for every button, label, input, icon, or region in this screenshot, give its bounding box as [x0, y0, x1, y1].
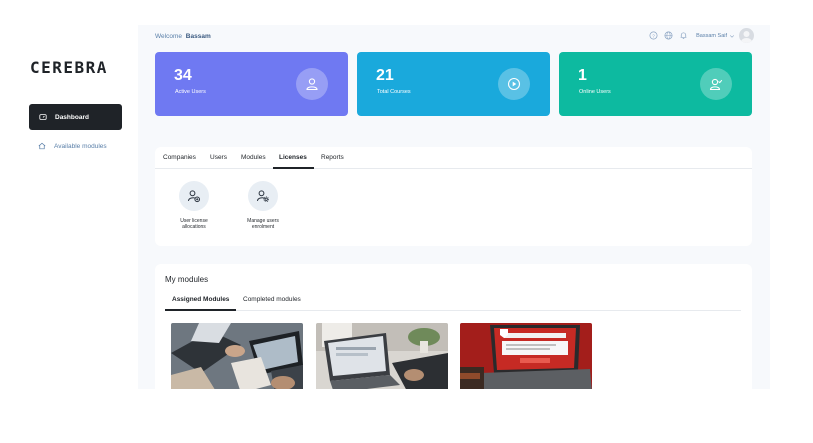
- action-label-line: allocations: [182, 224, 206, 230]
- svg-text:?: ?: [652, 33, 655, 38]
- welcome-text: Welcome Bassam: [155, 33, 211, 40]
- stat-icon-circle: [498, 68, 530, 100]
- ransomware-laptop-photo: [460, 323, 592, 389]
- stat-value: 1: [578, 67, 587, 84]
- chevron-down-icon[interactable]: [729, 33, 735, 39]
- stat-card-active-users[interactable]: 34 Active Users: [155, 52, 348, 116]
- dashboard-gauge-icon: [39, 114, 47, 120]
- active-tab-indicator: [165, 309, 236, 311]
- user-license-allocations-button[interactable]: User license allocations: [164, 181, 224, 230]
- tab-companies[interactable]: Companies: [163, 154, 196, 161]
- action-label: User license allocations: [164, 218, 224, 230]
- sidebar-item-label: Dashboard: [55, 113, 89, 121]
- user-name[interactable]: Bassam Saif: [696, 33, 727, 39]
- tab-completed-modules[interactable]: Completed modules: [243, 296, 301, 303]
- action-label-line: enrolment: [251, 224, 275, 230]
- play-icon: [507, 77, 521, 91]
- action-icon-circle: [179, 181, 209, 211]
- sidebar-item-available-modules[interactable]: Available modules: [29, 136, 122, 156]
- user-check-icon: [709, 78, 723, 91]
- action-label: Manage users enrolment: [233, 218, 293, 230]
- stat-label: Total Courses: [377, 89, 411, 95]
- stat-icon-circle: [700, 68, 732, 100]
- page: CEREBRA Dashboard Available modules Welc…: [0, 0, 813, 443]
- main-content: Welcome Bassam ? Bassam Saif 34 Active U…: [138, 25, 770, 389]
- welcome-prefix: Welcome: [155, 33, 182, 40]
- modules-title: My modules: [165, 275, 209, 284]
- sidebar: CEREBRA Dashboard Available modules: [0, 0, 138, 443]
- stat-card-total-courses[interactable]: 21 Total Courses: [357, 52, 550, 116]
- sidebar-item-label: Available modules: [54, 142, 107, 150]
- module-thumbnail-ransomware[interactable]: [460, 323, 592, 389]
- welcome-name: Bassam: [185, 33, 211, 40]
- modules-tab-bar: Assigned Modules Completed modules: [165, 290, 741, 311]
- action-icon-circle: [248, 181, 278, 211]
- sidebar-item-dashboard[interactable]: Dashboard: [29, 104, 122, 130]
- avatar[interactable]: [739, 28, 754, 43]
- module-thumbnail-laptop-desk[interactable]: [316, 323, 448, 389]
- tab-reports[interactable]: Reports: [321, 154, 344, 161]
- brand-logo[interactable]: CEREBRA: [30, 58, 108, 77]
- manage-users-icon: [257, 190, 269, 203]
- tablets-photo: [171, 323, 303, 389]
- stat-label: Active Users: [175, 89, 206, 95]
- stat-icon-circle: [296, 68, 328, 100]
- help-icon[interactable]: ?: [649, 31, 658, 40]
- tab-bar: Companies Users Modules Licenses Reports: [155, 147, 752, 169]
- home-icon: [38, 142, 46, 150]
- avatar-silhouette-icon: [741, 31, 752, 43]
- user-icon: [306, 78, 318, 91]
- admin-tabs-panel: Companies Users Modules Licenses Reports: [155, 147, 752, 246]
- globe-icon[interactable]: [664, 31, 673, 40]
- top-bar-actions: ? Bassam Saif: [643, 28, 754, 43]
- module-thumbnail-tablets[interactable]: [171, 323, 303, 389]
- tab-assigned-modules[interactable]: Assigned Modules: [172, 296, 229, 303]
- stat-value: 34: [174, 67, 192, 84]
- stat-card-online-users[interactable]: 1 Online Users: [559, 52, 752, 116]
- laptop-desk-photo: [316, 323, 448, 389]
- my-modules-panel: My modules Assigned Modules Completed mo…: [155, 264, 752, 389]
- user-license-icon: [188, 190, 200, 203]
- tab-licenses[interactable]: Licenses: [279, 154, 307, 161]
- tab-users[interactable]: Users: [210, 154, 227, 161]
- active-tab-indicator: [273, 167, 314, 169]
- manage-users-enrolment-button[interactable]: Manage users enrolment: [233, 181, 293, 230]
- stat-value: 21: [376, 67, 394, 84]
- bell-icon[interactable]: [679, 31, 688, 40]
- tab-modules[interactable]: Modules: [241, 154, 266, 161]
- top-bar: Welcome Bassam ? Bassam Saif: [138, 25, 770, 47]
- stat-label: Online Users: [579, 89, 611, 95]
